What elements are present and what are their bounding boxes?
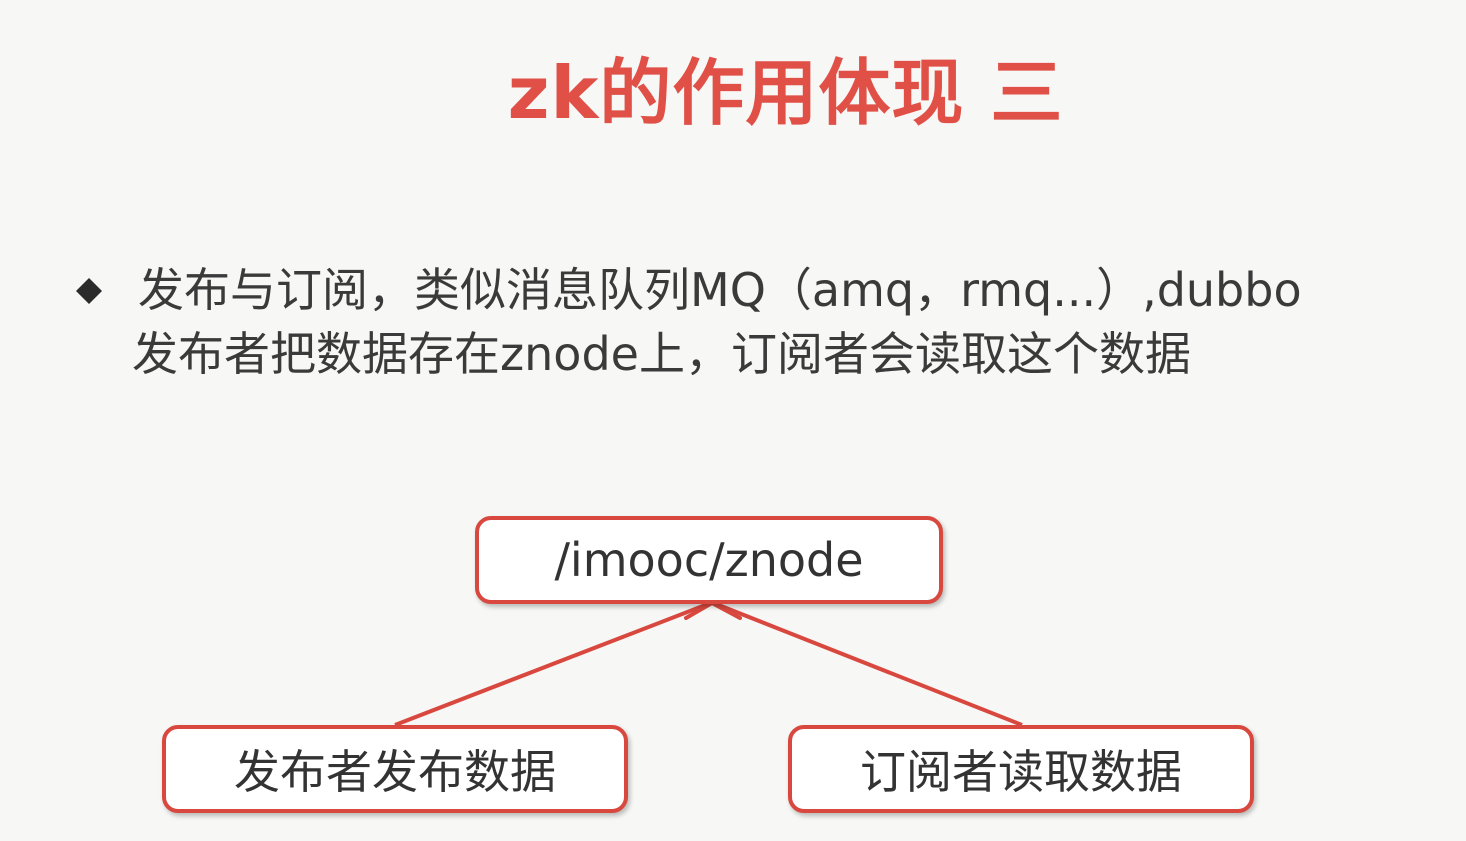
publisher-box: 发布者发布数据 xyxy=(162,725,628,813)
subscriber-box: 订阅者读取数据 xyxy=(788,725,1254,813)
znode-box: /imooc/znode xyxy=(475,516,943,604)
arrow-publisher-to-znode xyxy=(394,602,709,727)
pubsub-diagram xyxy=(394,601,1023,727)
arrow-subscriber-to-znode xyxy=(715,602,1023,727)
